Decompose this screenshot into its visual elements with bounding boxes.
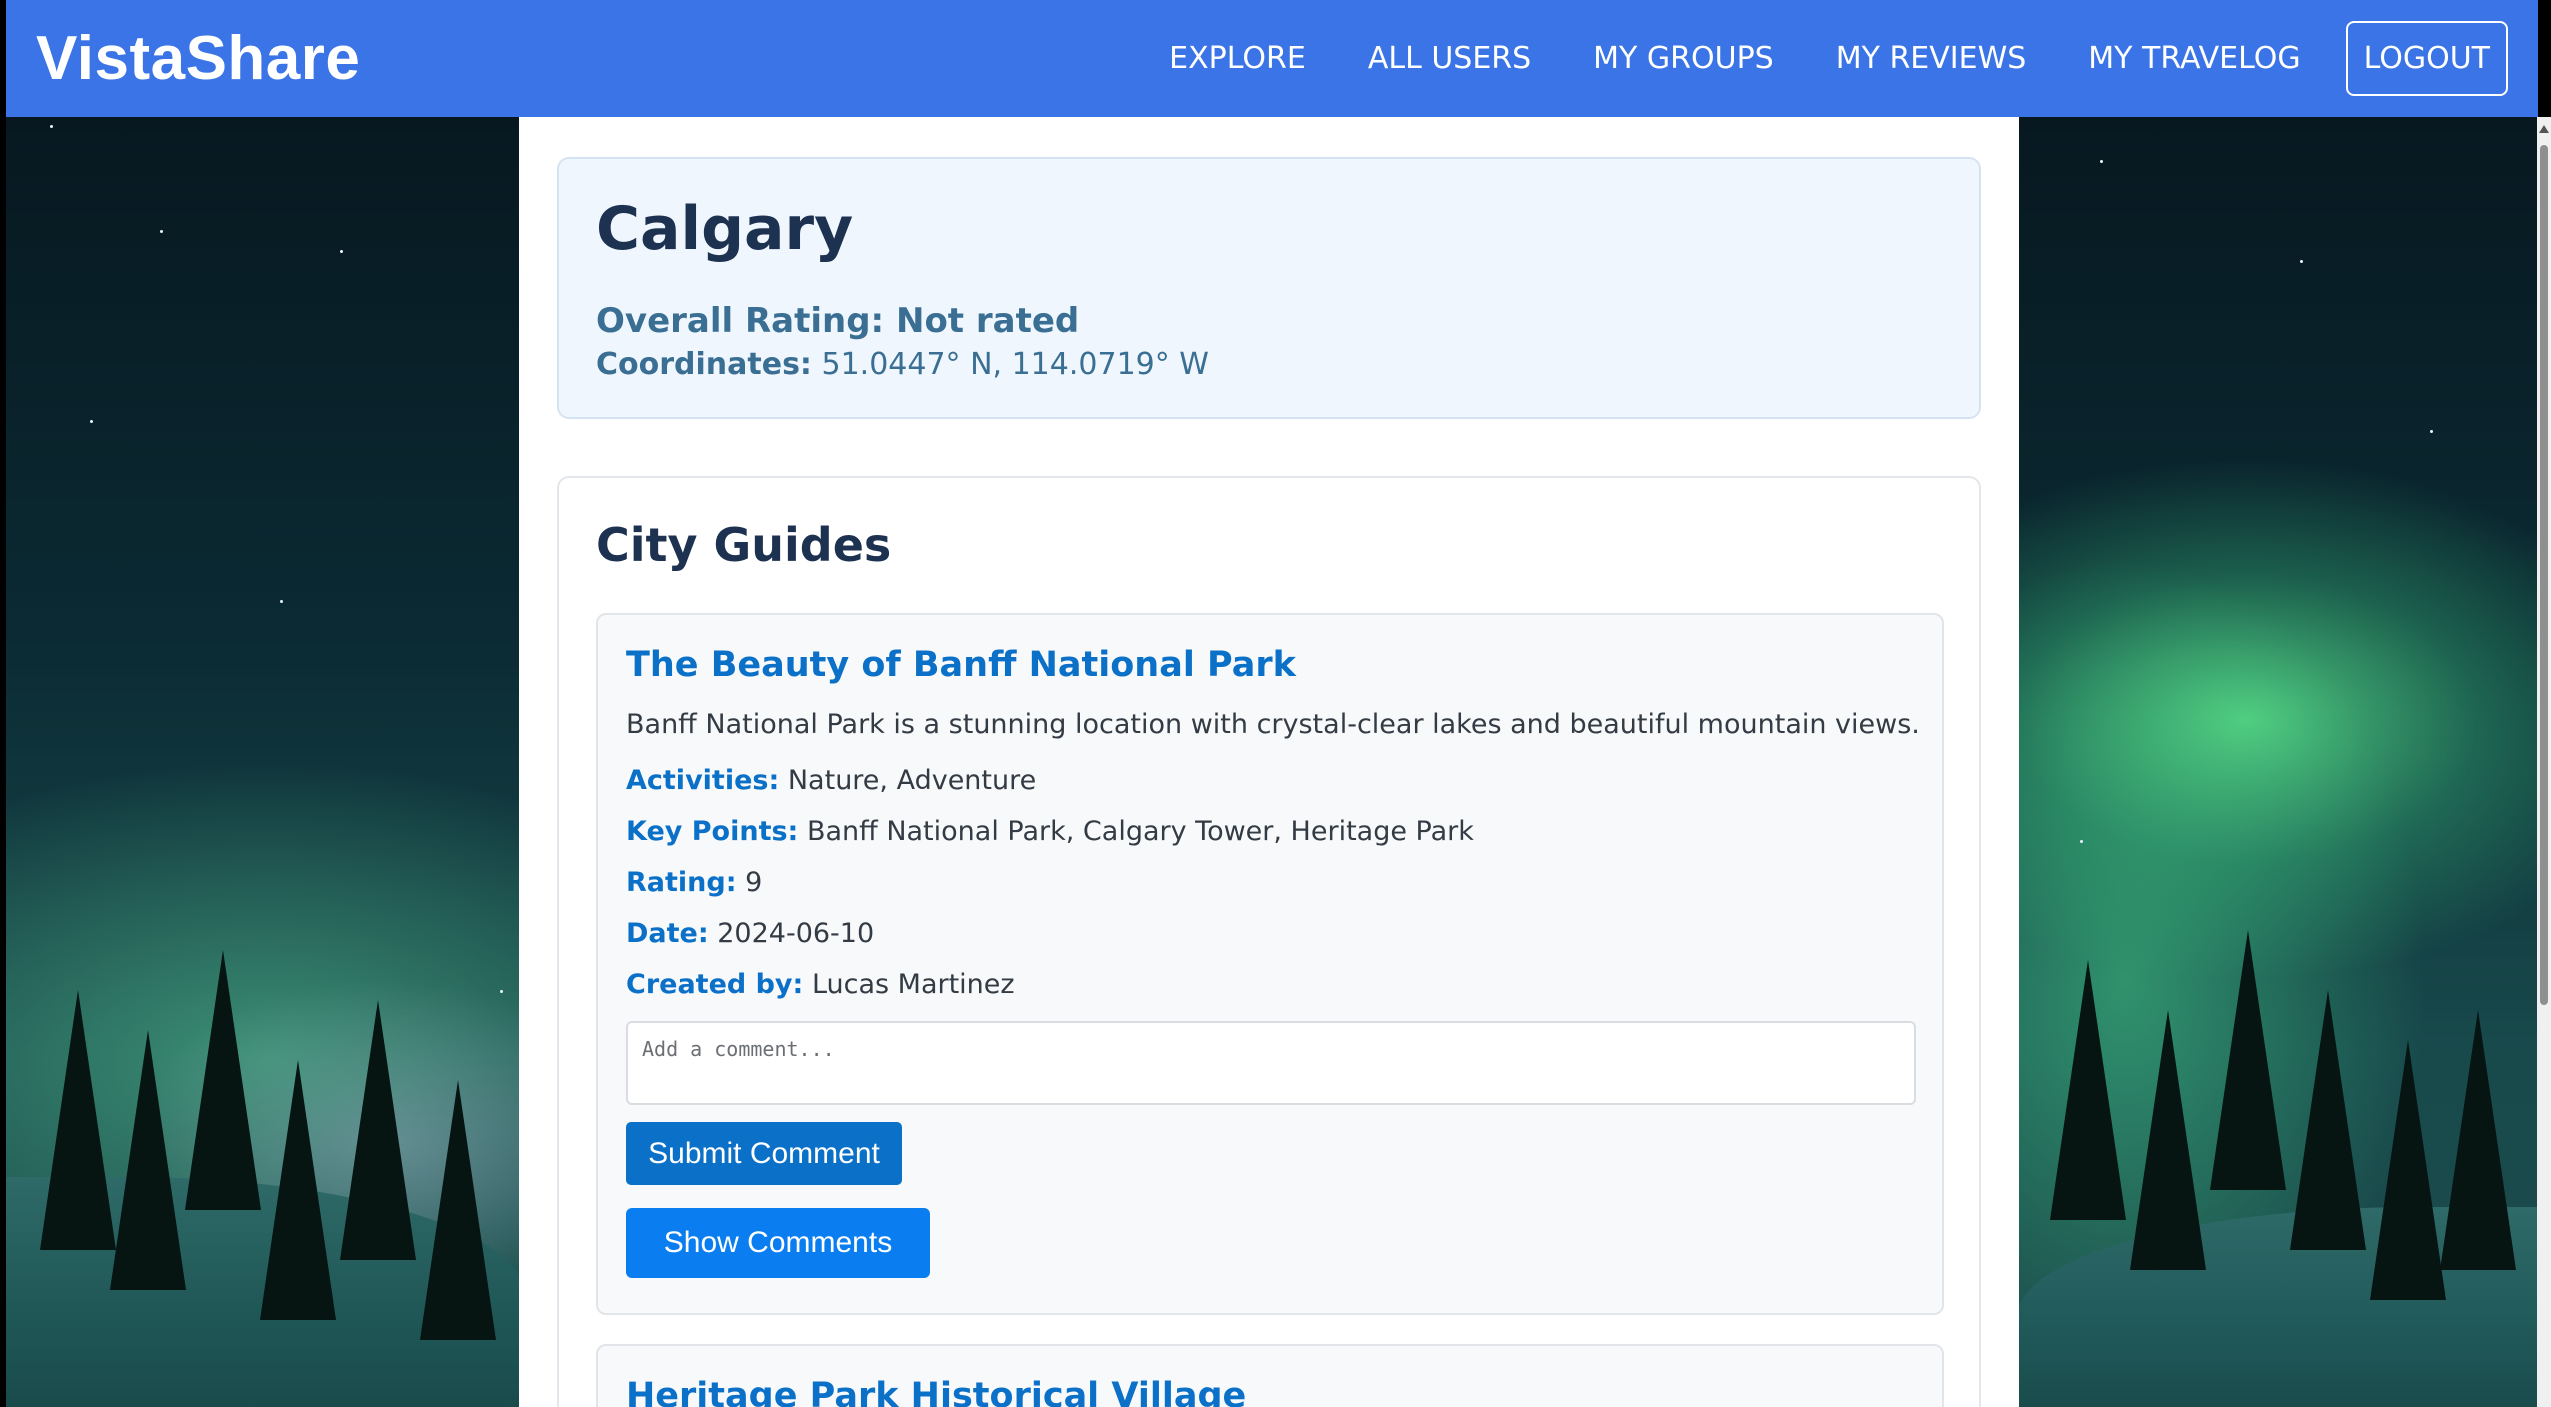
show-comments-button[interactable]: Show Comments	[626, 1208, 930, 1278]
star	[340, 250, 343, 253]
date-label: Date:	[626, 918, 709, 949]
guide-activities: Activities: Nature, Adventure	[626, 765, 1036, 796]
guide-rating: Rating: 9	[626, 867, 762, 898]
coordinates-value: 51.0447° N, 114.0719° W	[821, 347, 1209, 382]
activities-label: Activities:	[626, 765, 780, 796]
comment-input[interactable]	[626, 1021, 1916, 1105]
pine-tree	[2370, 1040, 2446, 1300]
pine-tree	[40, 990, 116, 1250]
coordinates: Coordinates: 51.0447° N, 114.0719° W	[596, 347, 1942, 382]
brand-logo[interactable]: VistaShare	[36, 23, 360, 94]
main-content: Calgary Overall Rating: Not rated Coordi…	[519, 117, 2019, 1407]
pine-tree	[185, 950, 261, 1210]
star	[2430, 430, 2433, 433]
pine-tree	[260, 1060, 336, 1320]
star	[2300, 260, 2303, 263]
pine-tree	[110, 1030, 186, 1290]
nav-links: EXPLORE ALL USERS MY GROUPS MY REVIEWS M…	[1107, 21, 2508, 96]
rating-value: 9	[745, 867, 763, 898]
city-guides-section: City Guides The Beauty of Banff National…	[557, 476, 1981, 1407]
scroll-thumb[interactable]	[2540, 145, 2548, 1005]
date-value: 2024-06-10	[717, 918, 875, 949]
pine-tree	[2130, 1010, 2206, 1270]
created-by-label: Created by:	[626, 969, 804, 1000]
top-navbar: VistaShare EXPLORE ALL USERS MY GROUPS M…	[6, 0, 2538, 117]
star	[90, 420, 93, 423]
activities-value: Nature, Adventure	[787, 765, 1037, 796]
pine-tree	[2210, 930, 2286, 1190]
star	[2100, 160, 2103, 163]
guide-key-points: Key Points: Banff National Park, Calgary…	[626, 816, 1474, 847]
guide-card: Heritage Park Historical Village	[596, 1344, 1944, 1407]
star	[160, 230, 163, 233]
guide-title-link[interactable]: Heritage Park Historical Village	[626, 1376, 1246, 1407]
key-points-value: Banff National Park, Calgary Tower, Heri…	[806, 816, 1474, 847]
star	[280, 600, 283, 603]
city-name: Calgary	[596, 194, 854, 264]
guide-created-by: Created by: Lucas Martinez	[626, 969, 1015, 1000]
nav-all-users[interactable]: ALL USERS	[1368, 41, 1531, 76]
guide-title-link[interactable]: The Beauty of Banff National Park	[626, 645, 1296, 685]
guide-description: Banff National Park is a stunning locati…	[626, 709, 1920, 740]
star	[500, 990, 503, 993]
nav-explore[interactable]: EXPLORE	[1169, 41, 1306, 76]
logout-button[interactable]: LOGOUT	[2345, 21, 2508, 96]
guide-card: The Beauty of Banff National Park Banff …	[596, 613, 1944, 1315]
submit-comment-button[interactable]: Submit Comment	[626, 1122, 902, 1185]
city-info-card: Calgary Overall Rating: Not rated Coordi…	[557, 157, 1981, 419]
star	[50, 125, 53, 128]
rating-label: Rating:	[626, 867, 737, 898]
nav-my-travelog[interactable]: MY TRAVELOG	[2088, 41, 2300, 76]
created-by-value: Lucas Martinez	[811, 969, 1015, 1000]
pine-tree	[2050, 960, 2126, 1220]
pine-tree	[2290, 990, 2366, 1250]
pine-tree	[340, 1000, 416, 1260]
city-guides-heading: City Guides	[596, 518, 892, 572]
pine-tree	[420, 1080, 496, 1340]
guide-date: Date: 2024-06-10	[626, 918, 874, 949]
star	[2080, 840, 2083, 843]
coordinates-label: Coordinates:	[596, 347, 812, 382]
nav-my-reviews[interactable]: MY REVIEWS	[1836, 41, 2027, 76]
page-scrollbar[interactable]	[2537, 117, 2551, 1407]
pine-tree	[2440, 1010, 2516, 1270]
nav-my-groups[interactable]: MY GROUPS	[1593, 41, 1774, 76]
scroll-up-arrow-icon[interactable]	[2539, 125, 2549, 133]
overall-rating: Overall Rating: Not rated	[596, 301, 1080, 341]
key-points-label: Key Points:	[626, 816, 799, 847]
